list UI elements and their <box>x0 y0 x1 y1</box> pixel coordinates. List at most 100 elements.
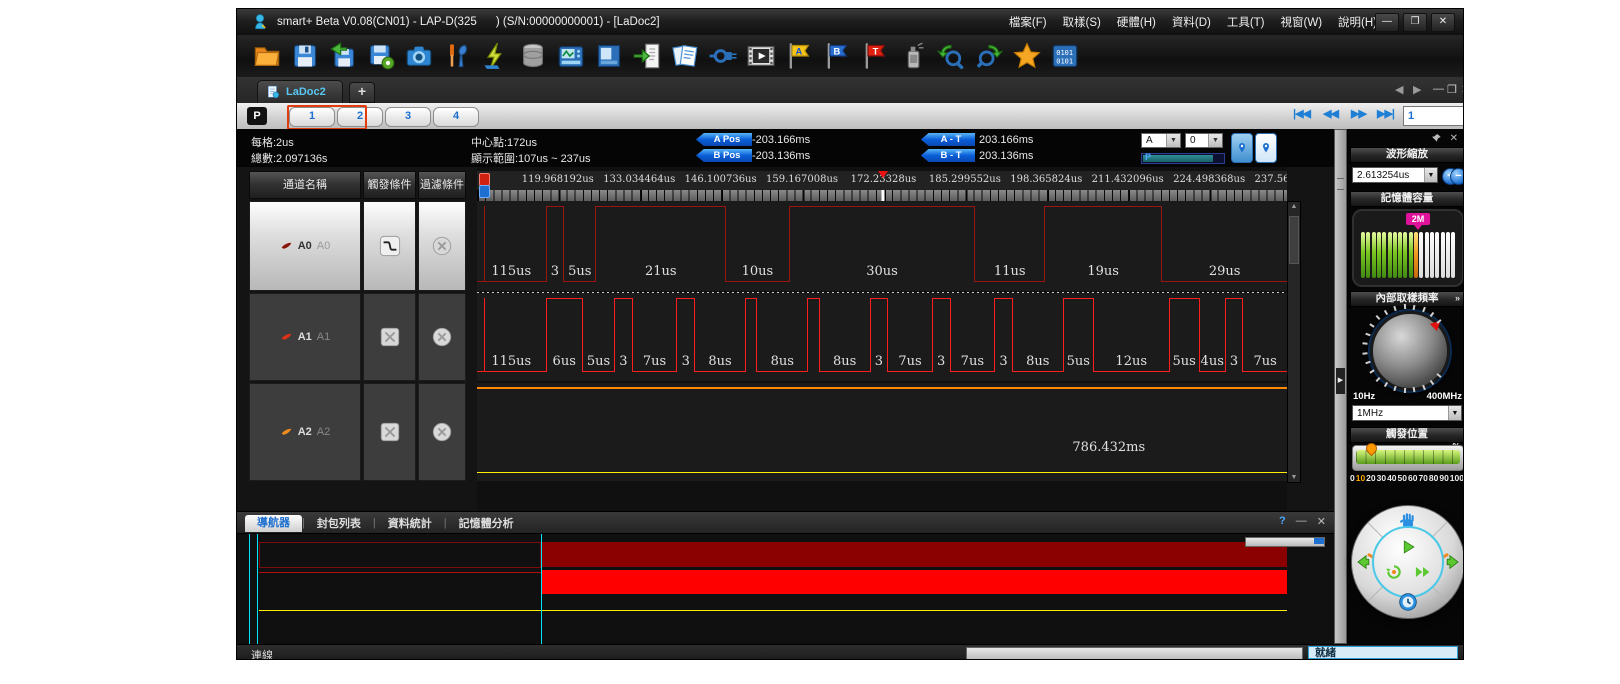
navigator-panel[interactable] <box>237 533 1334 645</box>
toolbar-database-button[interactable] <box>519 42 547 70</box>
toolbar-window-layout-button[interactable] <box>595 42 623 70</box>
toolbar-save-button[interactable] <box>291 42 319 70</box>
menu-item-2[interactable]: 硬體(H) <box>1117 14 1156 30</box>
b-pos-badge[interactable]: B Pos <box>696 149 752 162</box>
bottom-tab-2[interactable]: 資料統計 <box>376 513 444 533</box>
toolbar-export-document-button[interactable] <box>633 42 661 70</box>
frequency-select[interactable]: 1MHz▼ <box>1352 405 1462 421</box>
toolbar-open-folder-button[interactable] <box>253 42 281 70</box>
trigger-condition-a0[interactable] <box>363 201 416 291</box>
next-page-button[interactable]: ▶▶ <box>1351 107 1366 120</box>
first-page-button[interactable]: |◀◀ <box>1293 107 1310 120</box>
bottom-tab-3[interactable]: 記憶體分析 <box>447 513 526 533</box>
doc-minimize-button[interactable]: — <box>1433 83 1444 95</box>
toolbar-tools-button[interactable] <box>443 42 471 70</box>
zoom-value-select[interactable]: 2.613254us▼ <box>1352 167 1438 183</box>
scroll-down-icon[interactable]: ▼ <box>1288 474 1300 481</box>
toolbar-flag-a-button[interactable]: A <box>785 42 813 70</box>
help-icon[interactable]: ? <box>1279 515 1286 528</box>
panel-splitter[interactable]: ▶ <box>1334 129 1347 644</box>
fast-forward-icon[interactable] <box>1415 566 1432 579</box>
marker-index-select[interactable]: 0▼ <box>1185 133 1223 148</box>
doc-restore-button[interactable]: ❐ <box>1447 83 1457 96</box>
waveform-area[interactable]: 119.968192us133.034464us146.100736us159.… <box>477 167 1287 511</box>
b-t-badge[interactable]: B - T <box>921 149 975 162</box>
toolbar-connector-button[interactable] <box>709 42 737 70</box>
menu-item-0[interactable]: 檔案(F) <box>1009 14 1047 30</box>
close-button[interactable]: ✕ <box>1431 13 1455 32</box>
splitter-collapse-button[interactable]: ▶ <box>1336 368 1345 394</box>
pin-icon[interactable] <box>1432 133 1442 143</box>
trigger-condition-a1[interactable] <box>363 293 416 381</box>
toolbar-camera-button[interactable] <box>405 42 433 70</box>
tab-scroll-left-button[interactable]: ◀ <box>1395 83 1403 96</box>
tab-scroll-right-button[interactable]: ▶ <box>1413 83 1421 96</box>
menu-item-5[interactable]: 視窗(W) <box>1281 14 1323 30</box>
toolbar-flag-b-button[interactable]: B <box>823 42 851 70</box>
menu-item-6[interactable]: 說明(H) <box>1338 14 1377 30</box>
scroll-up-icon[interactable]: ▲ <box>1288 203 1300 210</box>
column-header-1[interactable]: 觸發條件 <box>363 171 416 199</box>
column-header-0[interactable]: 通道名稱 <box>249 171 361 199</box>
new-tab-button[interactable]: + <box>349 82 375 103</box>
toolbar-lightning-button[interactable] <box>481 42 509 70</box>
a-pos-badge[interactable]: A Pos <box>696 133 752 146</box>
toolbar-flag-t-button[interactable]: T <box>861 42 889 70</box>
toolbar-binary-button[interactable]: 01010101 <box>1051 42 1079 70</box>
channel-name-cell-a2[interactable]: A2A2 <box>249 383 361 481</box>
bottom-tab-1[interactable]: 封包列表 <box>305 513 373 533</box>
waveform-row-a2[interactable]: 786.432ms <box>477 383 1287 481</box>
a-t-badge[interactable]: A - T <box>921 133 975 146</box>
menu-item-3[interactable]: 資料(D) <box>1172 14 1211 30</box>
toolbar-documents-button[interactable] <box>671 42 699 70</box>
prev-page-button[interactable]: ◀◀ <box>1323 107 1338 120</box>
navigator-view-cursor[interactable] <box>541 534 542 645</box>
panel-close-icon[interactable]: ✕ <box>1317 515 1326 528</box>
clock-icon[interactable] <box>1398 592 1418 612</box>
last-page-button[interactable]: ▶▶| <box>1377 107 1394 120</box>
toolbar-star-button[interactable] <box>1013 42 1041 70</box>
replay-icon[interactable] <box>1386 564 1403 581</box>
page-number-input[interactable] <box>1403 106 1464 126</box>
zoom-out-button[interactable]: − <box>1450 168 1464 185</box>
panel-minimize-icon[interactable]: — <box>1296 515 1307 528</box>
marker-select[interactable]: A▼ <box>1141 133 1181 148</box>
filter-condition-a2[interactable] <box>418 383 466 481</box>
toolbar-zoom-redo-button[interactable] <box>975 42 1003 70</box>
toolbar-spray-button[interactable] <box>899 42 927 70</box>
time-ruler[interactable]: 119.968192us133.034464us146.100736us159.… <box>477 171 1287 201</box>
restore-button[interactable]: ❐ <box>1403 13 1427 32</box>
section-more-icon[interactable]: » <box>1455 292 1460 305</box>
minimize-button[interactable]: — <box>1375 13 1399 32</box>
waveform-vertical-scrollbar[interactable]: ▲ ▼ <box>1287 201 1301 483</box>
doc-close-button[interactable]: ✕ <box>1461 83 1464 96</box>
scrollbar-handle[interactable] <box>1289 216 1299 264</box>
channel-name-cell-a1[interactable]: A1A1 <box>249 293 361 381</box>
menu-item-4[interactable]: 工具(T) <box>1227 14 1265 30</box>
navigator-mini-handle[interactable] <box>1314 538 1324 544</box>
navigator-mini-scrollbar[interactable] <box>1245 537 1325 547</box>
toolbar-instrument-button[interactable] <box>557 42 585 70</box>
page-button-3[interactable]: 3 <box>385 107 431 127</box>
trigger-condition-a2[interactable] <box>363 383 416 481</box>
menu-item-1[interactable]: 取樣(S) <box>1063 14 1101 30</box>
filter-condition-a1[interactable] <box>418 293 466 381</box>
navigation-wheel[interactable] <box>1351 505 1464 619</box>
goto-a-marker-button[interactable] <box>1231 133 1253 163</box>
toolbar-film-button[interactable] <box>747 42 775 70</box>
waveform-row-a1[interactable]: 115us6us5us37us38us8us8us37us37us38us5us… <box>477 293 1287 381</box>
bottom-tab-0[interactable]: 導航器 <box>245 515 302 532</box>
filter-condition-a0[interactable] <box>418 201 466 291</box>
page-p-button[interactable]: P <box>247 107 267 125</box>
goto-b-marker-button[interactable] <box>1255 133 1277 163</box>
toolbar-zoom-undo-button[interactable] <box>937 42 965 70</box>
toolbar-save-settings-button[interactable] <box>367 42 395 70</box>
waveform-row-a0[interactable]: 115us35us21us10us30us11us19us29us <box>477 201 1287 291</box>
trigger-marker-icon[interactable] <box>878 171 888 178</box>
column-header-2[interactable]: 過濾條件 <box>418 171 466 199</box>
page-button-4[interactable]: 4 <box>433 107 479 127</box>
trigger-position-slider[interactable] <box>1352 445 1464 471</box>
document-tab[interactable]: LaDoc2 <box>257 80 343 103</box>
toolbar-save-restore-button[interactable] <box>329 42 357 70</box>
play-icon[interactable] <box>1399 538 1417 556</box>
